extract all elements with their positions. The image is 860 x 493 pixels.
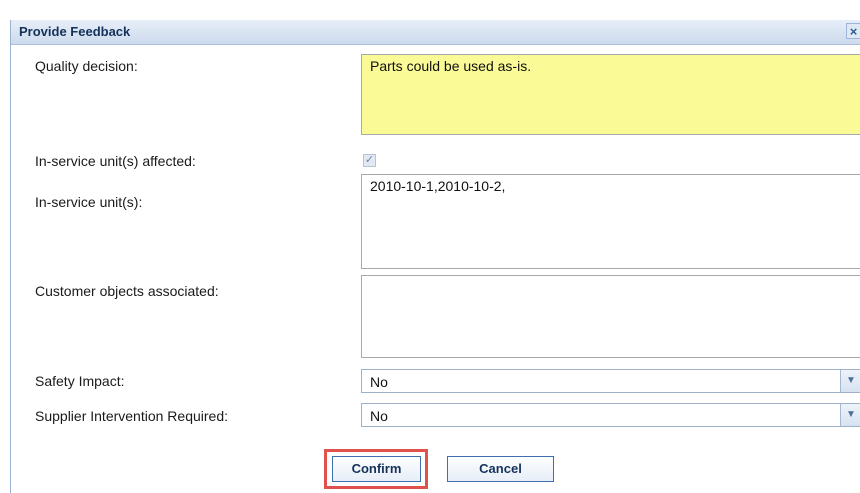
safety-impact-select[interactable]: No ▼ bbox=[361, 369, 860, 393]
chevron-down-icon[interactable]: ▼ bbox=[840, 404, 860, 426]
dialog-titlebar: Provide Feedback × bbox=[11, 20, 860, 45]
cancel-button[interactable]: Cancel bbox=[447, 456, 554, 482]
supplier-intervention-value: No bbox=[370, 408, 388, 424]
safety-impact-label: Safety Impact: bbox=[35, 373, 125, 389]
supplier-intervention-select[interactable]: No ▼ bbox=[361, 403, 860, 427]
chevron-down-icon[interactable]: ▼ bbox=[840, 370, 860, 392]
close-icon[interactable]: × bbox=[846, 23, 860, 39]
in-service-units-field[interactable]: 2010-10-1,2010-10-2, bbox=[361, 174, 860, 269]
safety-impact-value: No bbox=[370, 374, 388, 390]
in-service-affected-label: In-service unit(s) affected: bbox=[35, 153, 196, 169]
in-service-units-label: In-service unit(s): bbox=[35, 194, 143, 210]
supplier-intervention-label: Supplier Intervention Required: bbox=[35, 408, 229, 424]
provide-feedback-dialog: Provide Feedback × Quality decision: Par… bbox=[10, 20, 860, 493]
quality-decision-field[interactable]: Parts could be used as-is. bbox=[361, 54, 860, 135]
customer-objects-field[interactable] bbox=[361, 275, 860, 358]
dialog-title: Provide Feedback bbox=[19, 24, 131, 39]
quality-decision-label: Quality decision: bbox=[35, 58, 138, 74]
in-service-affected-checkbox[interactable]: ✓ bbox=[363, 154, 376, 167]
confirm-button[interactable]: Confirm bbox=[332, 456, 421, 482]
customer-objects-label: Customer objects associated: bbox=[35, 283, 219, 299]
